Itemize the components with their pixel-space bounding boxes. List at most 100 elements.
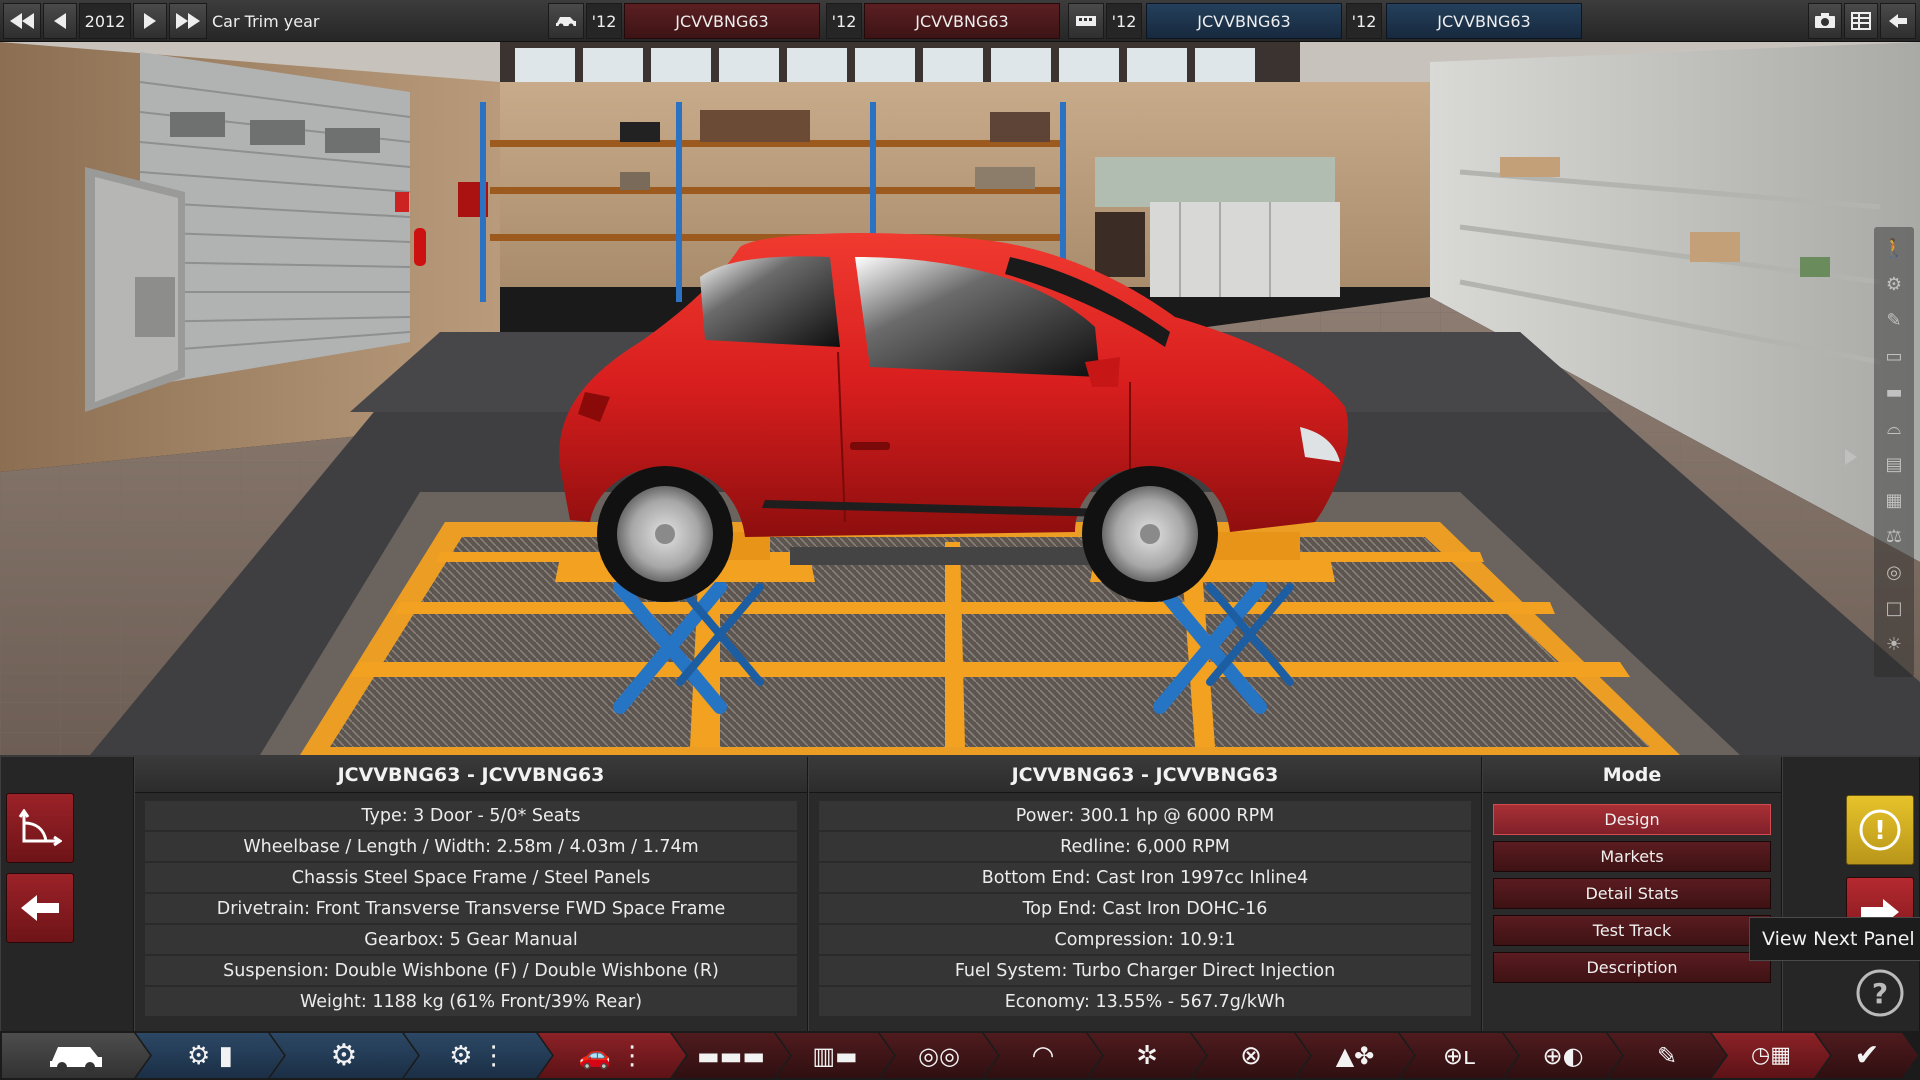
nav-wheels[interactable]: ◎◎	[880, 1033, 998, 1078]
forward-year-button[interactable]	[169, 3, 207, 39]
car-stat-gearbox: Gearbox: 5 Gear Manual	[145, 925, 797, 954]
car-stats-column: JCVVBNG63 - JCVVBNG63 Type: 3 Door - 5/0…	[134, 757, 808, 1033]
nav-safety[interactable]: ⊕◐	[1504, 1033, 1622, 1078]
warning-button[interactable]: !	[1846, 795, 1914, 865]
engine-stat-compression: Compression: 10.9:1	[819, 925, 1471, 954]
left-arrow-icon	[21, 895, 59, 921]
frame-view-icon[interactable]: □	[1879, 593, 1909, 623]
year-display: 2012	[79, 3, 131, 39]
car-stats-title: JCVVBNG63 - JCVVBNG63	[135, 757, 807, 793]
engine-stat-power: Power: 300.1 hp @ 6000 RPM	[819, 801, 1471, 830]
engine-tree-icon: ⚙ ⋮	[449, 1040, 507, 1071]
svg-text:!: !	[1874, 816, 1886, 846]
help-button[interactable]: ?	[1846, 958, 1914, 1028]
nav-body[interactable]: ▬▬▬	[672, 1033, 790, 1078]
warning-icon: !	[1859, 809, 1901, 851]
gearbox-icon: ▥▬	[812, 1041, 858, 1070]
engine-stat-top-end: Top End: Cast Iron DOHC-16	[819, 894, 1471, 923]
prev-year-button[interactable]	[43, 3, 77, 39]
engine-family-icon: ⚙ ▮	[187, 1040, 233, 1071]
steering-seat-icon: ⊕ʟ	[1442, 1041, 1476, 1070]
paint-icon: ✎	[1656, 1041, 1678, 1070]
nav-paint[interactable]: ✎	[1608, 1033, 1726, 1078]
engine-stat-economy: Economy: 13.55% - 567.7g/kWh	[819, 987, 1471, 1016]
nav-engine-variant[interactable]: ⚙	[270, 1033, 418, 1078]
engine-stat-redline: Redline: 6,000 RPM	[819, 832, 1471, 861]
compare-slot-3[interactable]: JCVVBNG63	[1146, 3, 1342, 39]
info-panel: JCVVBNG63 - JCVVBNG63 Type: 3 Door - 5/0…	[0, 755, 1920, 1033]
checkmark-icon: ✔	[1854, 1038, 1880, 1073]
next-panel-tooltip: View Next Panel	[1749, 917, 1920, 961]
car-stat-drivetrain: Drivetrain: Front Transverse Transverse …	[145, 894, 797, 923]
car-stat-suspension: Suspension: Double Wishbone (F) / Double…	[145, 956, 797, 985]
car-stat-chassis: Chassis Steel Space Frame / Steel Panels	[145, 863, 797, 892]
mode-title: Mode	[1483, 757, 1781, 793]
compare-slot-1[interactable]: JCVVBNG63	[624, 3, 820, 39]
engine-stats-title: JCVVBNG63 - JCVVBNG63	[809, 757, 1481, 793]
body-icon: ▬▬▬	[696, 1041, 766, 1070]
top-bar: 2012 Car Trim year '12 JCVVBNG63 '12 JCV…	[0, 0, 1920, 42]
brake-view-icon[interactable]: ◎	[1879, 557, 1909, 587]
paint-view-icon[interactable]: ✎	[1879, 305, 1909, 335]
camera-angle-button[interactable]	[6, 793, 74, 863]
wheel-view-icon[interactable]: ⚙	[1879, 269, 1909, 299]
engine-compare-icon[interactable]	[1068, 3, 1104, 39]
chassis-view-icon[interactable]: ▭	[1879, 341, 1909, 371]
rewind-year-button[interactable]	[3, 3, 41, 39]
axis-angle-icon	[18, 809, 62, 847]
compare-slot-2[interactable]: JCVVBNG63	[864, 3, 1060, 39]
nav-finish[interactable]: ✔	[1816, 1033, 1918, 1078]
aero-icon: ▲✤	[1335, 1041, 1375, 1070]
mode-column: Mode Design Markets Detail Stats Test Tr…	[1482, 757, 1782, 1033]
next-year-button[interactable]	[133, 3, 167, 39]
suspension-icon: ⊗	[1240, 1040, 1262, 1071]
mode-design-button[interactable]: Design	[1493, 804, 1771, 835]
nav-tyres[interactable]: ◠	[984, 1033, 1102, 1078]
compare-slot-4[interactable]: JCVVBNG63	[1386, 3, 1582, 39]
mode-markets-button[interactable]: Markets	[1493, 841, 1771, 872]
car-compare-icon[interactable]	[548, 3, 584, 39]
design-stage-nav: ⚙ ▮ ⚙ ⚙ ⋮ 🚗 ⋮ ▬▬▬ ▥▬ ◎◎ ◠ ✲ ⊗ ▲✤ ⊕ʟ ⊕◐ ✎…	[0, 1031, 1920, 1080]
garage-viewport[interactable]: 🚶 ⚙ ✎ ▭ ▬ ⌓ ▤ ▦ ⚖ ◎ □ ☀	[0, 42, 1920, 755]
car-model-icon	[48, 1039, 104, 1073]
back-arrow-button[interactable]	[6, 873, 74, 943]
mode-detail-stats-button[interactable]: Detail Stats	[1493, 878, 1771, 909]
compare-year-3: '12	[1106, 3, 1142, 39]
engine-variant-icon: ⚙	[330, 1038, 358, 1073]
camera-icon[interactable]	[1808, 3, 1842, 39]
year-label: Car Trim year	[212, 11, 320, 31]
expand-tools-arrow-icon[interactable]	[1838, 444, 1864, 470]
panel-view-icon[interactable]: ▬	[1879, 377, 1909, 407]
wheels-icon: ◎◎	[918, 1041, 960, 1070]
mode-test-track-button[interactable]: Test Track	[1493, 915, 1771, 946]
nav-aero[interactable]: ▲✤	[1296, 1033, 1414, 1078]
nav-engine-family[interactable]: ⚙ ▮	[136, 1033, 284, 1078]
car-stat-dimensions: Wheelbase / Length / Width: 2.58m / 4.03…	[145, 832, 797, 861]
engine-stat-bottom-end: Bottom End: Cast Iron 1997cc Inline4	[819, 863, 1471, 892]
engine-stats-column: JCVVBNG63 - JCVVBNG63 Power: 300.1 hp @ …	[808, 757, 1482, 1033]
safety-icon: ⊕◐	[1542, 1041, 1584, 1070]
nav-suspension[interactable]: ⊗	[1192, 1033, 1310, 1078]
engine-view-icon[interactable]: ▦	[1879, 485, 1909, 515]
car-stat-weight: Weight: 1188 kg (61% Front/39% Rear)	[145, 987, 797, 1016]
nav-test[interactable]: ◷▦	[1712, 1033, 1830, 1078]
nav-brakes[interactable]: ✲	[1088, 1033, 1206, 1078]
back-icon[interactable]	[1880, 3, 1916, 39]
nav-car-model[interactable]	[2, 1033, 150, 1078]
car-stat-type: Type: 3 Door - 5/0* Seats	[145, 801, 797, 830]
nav-interior[interactable]: ⊕ʟ	[1400, 1033, 1518, 1078]
compare-year-4: '12	[1346, 3, 1382, 39]
nav-gearbox[interactable]: ▥▬	[776, 1033, 894, 1078]
light-view-icon[interactable]: ☀	[1879, 629, 1909, 659]
speedometer-flag-icon: ◷▦	[1751, 1043, 1791, 1068]
mode-description-button[interactable]: Description	[1493, 952, 1771, 983]
driver-view-icon[interactable]: 🚶	[1879, 233, 1909, 263]
nav-engine-tree[interactable]: ⚙ ⋮	[404, 1033, 552, 1078]
suspension-view-icon[interactable]: ⚖	[1879, 521, 1909, 551]
interior-view-icon[interactable]: ▤	[1879, 449, 1909, 479]
body-view-icon[interactable]: ⌓	[1879, 413, 1909, 443]
tyre-icon: ◠	[1031, 1040, 1055, 1071]
spreadsheet-icon[interactable]	[1844, 3, 1878, 39]
nav-trim[interactable]: 🚗 ⋮	[538, 1033, 686, 1078]
compare-year-2: '12	[826, 3, 862, 39]
